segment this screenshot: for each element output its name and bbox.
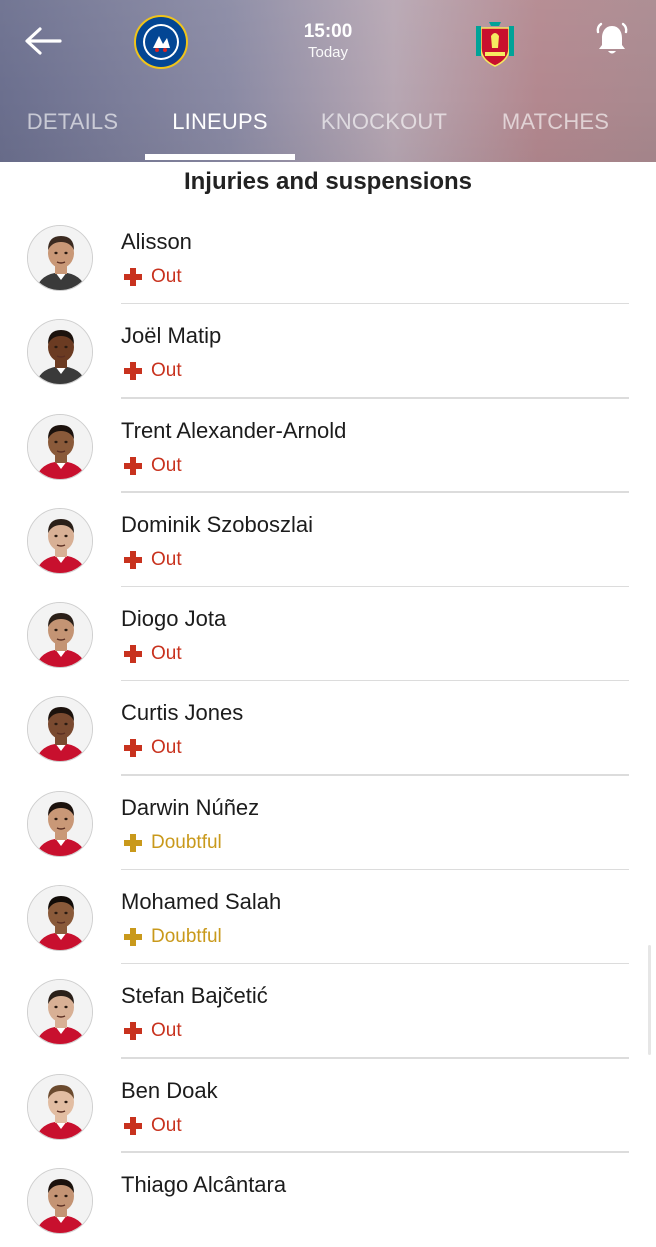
status-badge: Out	[124, 643, 182, 665]
player-avatar	[27, 1167, 93, 1234]
list-item[interactable]: Darwin Núñez Doubtful	[0, 776, 656, 871]
injury-cross-icon	[124, 1116, 142, 1135]
list-item[interactable]: Ben Doak Out	[0, 1059, 656, 1153]
status-badge: Out	[124, 455, 182, 477]
status-label: Out	[151, 737, 182, 759]
player-avatar	[27, 885, 93, 952]
status-badge: Doubtful	[124, 926, 222, 948]
status-badge: Out	[124, 549, 182, 571]
tab-knockout[interactable]: KNOCKOUT	[300, 100, 468, 162]
status-label: Doubtful	[151, 926, 222, 948]
status-label: Out	[151, 1114, 182, 1136]
list-item[interactable]: Mohamed Salah Doubtful	[0, 870, 656, 965]
player-avatar	[27, 696, 93, 763]
player-avatar	[27, 225, 93, 291]
list-item[interactable]: Curtis Jones Out	[0, 681, 656, 776]
status-badge: Out	[124, 266, 182, 288]
player-avatar	[27, 413, 93, 480]
scrollbar[interactable]	[648, 945, 651, 1055]
list-item[interactable]: Stefan Bajčetić Out	[0, 964, 656, 1059]
tab-lineups[interactable]: LINEUPS	[145, 100, 295, 162]
player-name: Ben Doak	[121, 1077, 218, 1103]
tab-matches[interactable]: MATCHES	[478, 100, 633, 162]
injury-cross-icon	[124, 1022, 142, 1041]
player-name: Curtis Jones	[121, 700, 244, 726]
injury-list: Alisson Out Joël Matip Out Trent Alexander-A…	[0, 210, 656, 1247]
player-name: Thiago Alcântara	[121, 1171, 287, 1197]
list-item[interactable]: Alisson Out	[0, 210, 656, 305]
player-avatar	[27, 602, 93, 669]
notification-bell-icon[interactable]	[592, 20, 632, 60]
status-badge: Doubtful	[124, 832, 222, 854]
tab-details[interactable]: DETAILS	[0, 100, 145, 162]
status-badge: Out	[124, 1115, 182, 1137]
status-label: Out	[151, 643, 182, 665]
player-name: Mohamed Salah	[121, 889, 282, 915]
status-label: Out	[151, 1020, 182, 1042]
injury-cross-icon	[124, 645, 142, 664]
injury-cross-icon	[124, 362, 142, 381]
kickoff-time: 15:00	[303, 21, 353, 42]
status-label: Doubtful	[151, 831, 222, 853]
liverpool-crest-icon[interactable]	[467, 14, 523, 70]
kickoff-info: 15:00 Today	[278, 20, 378, 62]
player-avatar	[27, 979, 93, 1046]
list-item[interactable]: Trent Alexander-Arnold Out	[0, 399, 656, 493]
list-item[interactable]: Dominik Szoboszlai Out	[0, 493, 656, 588]
status-label: Out	[151, 548, 182, 570]
active-tab-indicator	[145, 154, 295, 160]
player-name: Alisson	[121, 229, 192, 254]
list-item[interactable]: Diogo Jota Out	[0, 587, 656, 682]
chelsea-crest-icon[interactable]	[133, 14, 189, 70]
status-label: Out	[151, 266, 182, 287]
player-name: Stefan Bajčetić	[121, 983, 268, 1009]
list-item[interactable]: Joël Matip Out	[0, 304, 656, 399]
injury-cross-icon	[124, 833, 142, 852]
status-badge: Out	[124, 737, 182, 759]
status-badge: Out	[124, 1020, 182, 1042]
injury-cross-icon	[124, 550, 142, 569]
injury-cross-icon	[124, 456, 142, 475]
kickoff-day: Today	[307, 44, 349, 61]
back-arrow-icon[interactable]	[22, 24, 64, 58]
player-avatar	[27, 507, 93, 574]
player-avatar	[27, 1073, 93, 1140]
status-label: Out	[151, 454, 182, 476]
player-name: Dominik Szoboszlai	[121, 511, 313, 537]
status-label: Out	[151, 360, 182, 382]
status-badge: Out	[124, 360, 182, 382]
injury-cross-icon	[124, 739, 142, 758]
player-avatar	[27, 319, 93, 386]
player-name: Diogo Jota	[121, 606, 227, 632]
injury-cross-icon	[124, 928, 142, 947]
section-title: Injuries and suspensions	[183, 168, 473, 195]
player-avatar	[27, 790, 93, 857]
player-name: Joël Matip	[121, 323, 222, 349]
player-name: Trent Alexander-Arnold	[121, 417, 347, 443]
player-name: Darwin Núñez	[121, 794, 260, 820]
match-header: 15:00 Today DETAILS LINEUPS KNOCKOUT MAT…	[0, 0, 656, 162]
injury-cross-icon	[124, 268, 142, 286]
match-tabs: DETAILS LINEUPS KNOCKOUT MATCHES	[0, 100, 656, 162]
